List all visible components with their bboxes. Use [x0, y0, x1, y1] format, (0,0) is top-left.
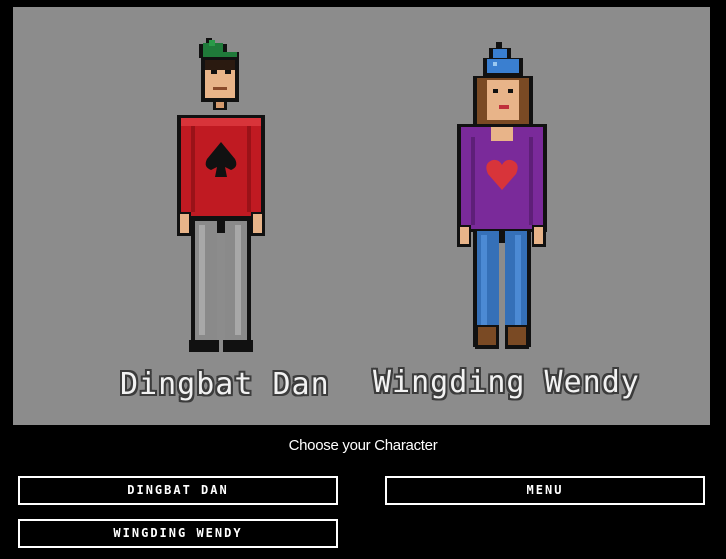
wingding-wendy-sprite[interactable] [457, 42, 547, 349]
select-dingbat-dan-button[interactable]: Dingbat Dan [18, 476, 338, 505]
dingbat-dan-name-label: Dingbat Dan [120, 367, 330, 402]
wingding-wendy-name-label: Wingding Wendy [373, 365, 640, 400]
choose-character-prompt: Choose your Character [288, 437, 438, 454]
menu-button[interactable]: Menu [385, 476, 705, 505]
dingbat-dan-sprite[interactable] [177, 38, 265, 352]
character-select-stage: Dingbat Dan Wingding Wendy [13, 7, 710, 425]
character-sprites [177, 38, 547, 352]
select-wingding-wendy-button[interactable]: Wingding Wendy [18, 519, 338, 548]
